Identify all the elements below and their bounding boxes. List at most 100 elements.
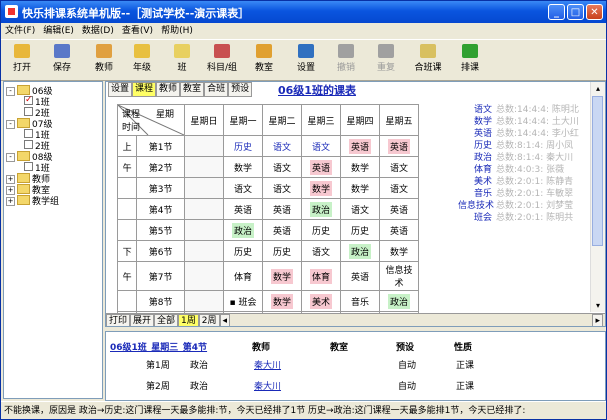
week-tab-4[interactable]: 2周 <box>198 314 220 326</box>
toolbar-button-0[interactable]: 打开 <box>3 42 41 78</box>
timetable-cell[interactable]: 英语 <box>301 156 341 178</box>
tree-expander-icon[interactable]: - <box>6 120 15 129</box>
close-button[interactable]: ✕ <box>586 4 603 20</box>
timetable-cell[interactable] <box>184 156 224 178</box>
toolbar-button-10[interactable]: 合班课 <box>409 42 447 78</box>
timetable-cell[interactable]: 英语 <box>262 198 302 220</box>
timetable-cell[interactable]: 语文 <box>301 135 341 157</box>
tree-expander-icon[interactable]: + <box>6 186 15 195</box>
timetable-cell[interactable]: 体育 <box>223 261 263 291</box>
scroll-right-icon[interactable]: ▸ <box>592 314 603 326</box>
timetable-cell[interactable]: 政治 <box>223 219 263 241</box>
timetable-cell[interactable]: 体育 <box>301 261 341 291</box>
checkbox[interactable] <box>24 129 33 138</box>
menu-item-4[interactable]: 帮助(H) <box>157 23 197 38</box>
timetable-cell[interactable]: 语文 <box>301 240 341 262</box>
legend-item[interactable]: 信息技术 总数:2:0:1: 刘梦莹 <box>458 200 593 212</box>
timetable-cell[interactable]: 数学 <box>340 177 380 199</box>
checkbox[interactable] <box>24 162 33 171</box>
timetable-cell[interactable]: 英语 <box>223 198 263 220</box>
timetable-cell[interactable]: 历史 <box>223 240 263 262</box>
tree-expander-icon[interactable]: - <box>6 87 15 96</box>
week-tab-2[interactable]: 全部 <box>154 314 179 326</box>
timetable-cell[interactable]: 语文 <box>262 156 302 178</box>
menu-item-3[interactable]: 查看(V) <box>118 23 157 38</box>
timetable-cell[interactable]: 数学 <box>262 290 302 312</box>
legend-item[interactable]: 班会 总数:2:0:1: 陈明共 <box>458 212 593 224</box>
timetable-cell[interactable]: 数学 <box>301 177 341 199</box>
timetable-cell[interactable] <box>184 135 224 157</box>
legend-item[interactable]: 体育 总数:4:0:3: 张薇 <box>458 164 593 176</box>
timetable-cell[interactable]: 语文 <box>262 177 302 199</box>
toolbar-button-1[interactable]: 保存 <box>43 42 81 78</box>
legend-item[interactable]: 美术 总数:2:0:1: 陈静青 <box>458 176 593 188</box>
toolbar-button-2[interactable]: 教师 <box>85 42 123 78</box>
timetable-cell[interactable]: 数学 <box>262 261 302 291</box>
menu-item-2[interactable]: 数据(D) <box>78 23 118 38</box>
week-tab-0[interactable]: 打印 <box>106 314 131 326</box>
timetable-cell[interactable]: 英语 <box>340 135 380 157</box>
timetable-cell[interactable]: 语文 <box>340 198 380 220</box>
toolbar-button-6[interactable]: 教室 <box>245 42 283 78</box>
timetable-cell[interactable]: 美术 <box>301 290 341 312</box>
tab-5[interactable]: 预设 <box>228 82 253 97</box>
timetable-cell[interactable]: 语文 <box>379 156 419 178</box>
tree-expander-icon[interactable]: + <box>6 175 15 184</box>
timetable-cell[interactable]: 语文 <box>379 177 419 199</box>
timetable-cell[interactable]: 英语 <box>262 219 302 241</box>
detail-title[interactable]: 06级1班_星期三_第4节 <box>110 340 207 353</box>
toolbar-button-7[interactable]: 设置 <box>287 42 325 78</box>
timetable-cell[interactable]: 语文 <box>223 177 263 199</box>
legend-item[interactable]: 政治 总数:8:1:4: 秦大川 <box>458 152 593 164</box>
detail-teacher-link[interactable]: 秦大川 <box>254 379 281 392</box>
vertical-scrollbar[interactable]: ▴ ▾ <box>590 82 605 312</box>
scroll-up-icon[interactable]: ▴ <box>591 82 605 95</box>
timetable-cell[interactable]: 历史 <box>340 219 380 241</box>
timetable-cell[interactable] <box>184 219 224 241</box>
legend-item[interactable]: 历史 总数:8:1:4: 周小凤 <box>458 140 593 152</box>
minimize-button[interactable]: _ <box>548 4 565 20</box>
tree-expander-icon[interactable]: + <box>6 197 15 206</box>
tab-3[interactable]: 教室 <box>180 82 205 97</box>
tab-4[interactable]: 合班 <box>204 82 229 97</box>
checkbox[interactable] <box>24 107 33 116</box>
timetable-cell[interactable] <box>184 240 224 262</box>
timetable-cell[interactable]: 历史 <box>262 240 302 262</box>
detail-teacher-link[interactable]: 秦大川 <box>254 358 281 371</box>
checkbox[interactable] <box>24 94 33 106</box>
timetable-cell[interactable]: 语文 <box>262 135 302 157</box>
toolbar-button-11[interactable]: 排课 <box>451 42 489 78</box>
timetable-cell[interactable] <box>184 177 224 199</box>
checkbox[interactable] <box>24 140 33 149</box>
menu-item-0[interactable]: 文件(F) <box>1 23 39 38</box>
timetable-cell[interactable]: 数学 <box>379 240 419 262</box>
timetable-cell[interactable]: 英语 <box>379 219 419 241</box>
timetable-cell[interactable]: 政治 <box>340 240 380 262</box>
timetable-cell[interactable] <box>184 261 224 291</box>
timetable-cell[interactable]: 政治 <box>379 290 419 312</box>
tree-expander-icon[interactable]: - <box>6 153 15 162</box>
legend-item[interactable]: 数学 总数:14:4:4: 土大川 <box>458 116 593 128</box>
timetable-cell[interactable]: 音乐 <box>340 290 380 312</box>
tree-node[interactable]: + 教学组 <box>6 195 59 207</box>
legend-item[interactable]: 音乐 总数:2:0:1: 车敏翠 <box>458 188 593 200</box>
toolbar-button-5[interactable]: 科目/组 <box>203 42 241 78</box>
toolbar-button-3[interactable]: 年级 <box>123 42 161 78</box>
timetable-cell[interactable]: ▪ 班会 <box>223 290 263 312</box>
legend-item[interactable]: 语文 总数:14:4:4: 陈明北 <box>458 104 593 116</box>
timetable-cell[interactable]: 历史 <box>301 219 341 241</box>
timetable-cell[interactable] <box>184 198 224 220</box>
week-tab-3[interactable]: 1周 <box>178 314 199 326</box>
timetable-cell[interactable]: 数学 <box>340 156 380 178</box>
timetable-cell[interactable]: 英语 <box>379 198 419 220</box>
navigation-tree[interactable]: -06级1班2班-07级1班2班-08级1班+教师+教室+教学组 <box>3 81 103 399</box>
scroll-thumb[interactable] <box>592 96 603 246</box>
timetable-cell[interactable]: 英语 <box>340 261 380 291</box>
timetable-cell[interactable]: 政治 <box>301 198 341 220</box>
menu-item-1[interactable]: 编辑(E) <box>39 23 78 38</box>
scroll-down-icon[interactable]: ▾ <box>591 299 605 312</box>
tab-0[interactable]: 设置 <box>108 82 133 97</box>
timetable-cell[interactable]: 英语 <box>379 135 419 157</box>
timetable-cell[interactable]: 信息技术 <box>379 261 419 291</box>
timetable-cell[interactable]: 历史 <box>223 135 263 157</box>
